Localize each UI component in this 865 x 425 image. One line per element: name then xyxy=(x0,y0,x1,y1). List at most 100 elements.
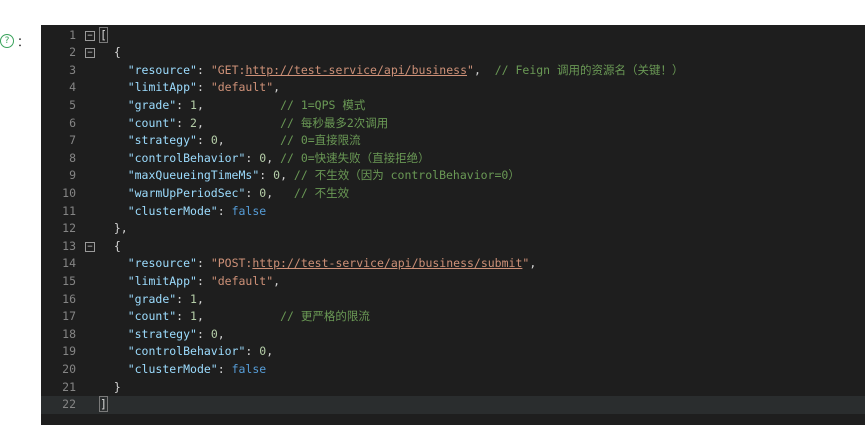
code-token: : xyxy=(196,62,211,77)
code-text: "strategy": 0, xyxy=(100,326,225,344)
code-token: "strategy" xyxy=(127,326,197,341)
code-text: ] xyxy=(99,396,108,414)
code-text: "strategy": 0, // 0=直接限流 xyxy=(100,132,361,150)
line-number: 19 xyxy=(62,344,76,359)
line-number: 9 xyxy=(69,168,76,183)
code-line[interactable]: 7 "strategy": 0, // 0=直接限流 xyxy=(41,132,865,150)
code-token: // 不生效 xyxy=(293,185,350,200)
code-line[interactable]: 11 "clusterMode": false xyxy=(41,203,865,221)
code-line[interactable]: 10 "warmUpPeriodSec": 0, // 不生效 xyxy=(41,185,865,203)
code-token: "controlBehavior" xyxy=(127,150,246,165)
code-line[interactable]: 6 "count": 2, // 每秒最多2次调用 xyxy=(41,115,865,133)
code-token: "POST: xyxy=(210,256,253,271)
code-token: : xyxy=(176,115,191,130)
code-line[interactable]: 18 "strategy": 0, xyxy=(41,326,865,344)
code-line[interactable]: 20 "clusterMode": false xyxy=(41,361,865,379)
code-text: "count": 2, // 每秒最多2次调用 xyxy=(100,115,389,133)
code-text: "count": 1, // 更严格的限流 xyxy=(100,308,370,326)
code-line[interactable]: 5 "grade": 1, // 1=QPS 模式 xyxy=(41,97,865,115)
code-line[interactable]: 14 "resource": "POST:http://test-service… xyxy=(41,255,865,273)
line-number: 3 xyxy=(69,62,76,77)
code-line[interactable]: 13− { xyxy=(41,238,865,256)
fold-toggle-icon[interactable]: − xyxy=(85,30,95,41)
code-token: // 0=快速失败（直接拒绝） xyxy=(280,150,430,165)
code-text: { xyxy=(100,238,121,256)
code-token: : xyxy=(196,326,211,341)
code-token: false xyxy=(231,361,267,376)
code-line[interactable]: 21 } xyxy=(41,379,865,397)
code-text: "grade": 1, xyxy=(100,291,204,309)
code-token: 0 xyxy=(210,133,218,148)
fold-toggle-icon[interactable]: − xyxy=(85,48,95,59)
code-text: { xyxy=(100,44,121,62)
code-line[interactable]: 3 "resource": "GET:http://test-service/a… xyxy=(41,62,865,80)
code-token: // 1=QPS 模式 xyxy=(280,97,366,112)
code-token: : xyxy=(245,344,260,359)
code-line[interactable]: 22] xyxy=(41,396,865,414)
code-token: 1 xyxy=(190,309,197,324)
code-token: "default" xyxy=(210,80,274,95)
code-token: "warmUpPeriodSec" xyxy=(127,185,246,200)
code-line[interactable]: 17 "count": 1, // 更严格的限流 xyxy=(41,308,865,326)
code-token: "count" xyxy=(127,309,177,324)
code-token: , xyxy=(266,344,274,359)
code-line[interactable]: 1−[ xyxy=(41,26,865,45)
code-token: : xyxy=(196,256,211,271)
json-code-editor[interactable]: 1−[2− {3 "resource": "GET:http://test-se… xyxy=(41,25,865,425)
code-token: , xyxy=(280,168,294,183)
line-number: 8 xyxy=(69,150,76,165)
code-token: "controlBehavior" xyxy=(127,344,246,359)
fold-toggle-icon[interactable]: − xyxy=(85,241,95,252)
line-number: 1 xyxy=(69,27,76,42)
code-text: "grade": 1, // 1=QPS 模式 xyxy=(100,97,366,115)
code-token: : xyxy=(176,97,191,112)
line-number: 16 xyxy=(62,291,76,306)
code-line[interactable]: 12 }, xyxy=(41,220,865,238)
code-token: { xyxy=(100,238,121,253)
code-line[interactable]: 9 "maxQueueingTimeMs": 0, // 不生效（因为 cont… xyxy=(41,167,865,185)
code-line[interactable]: 4 "limitApp": "default", xyxy=(41,79,865,97)
line-number: 15 xyxy=(62,273,76,288)
code-token: , xyxy=(196,291,204,306)
code-token: } xyxy=(100,379,121,394)
code-token: "GET: xyxy=(210,62,246,77)
code-token: " xyxy=(467,62,474,77)
code-token: : xyxy=(259,168,274,183)
help-icon[interactable]: ? xyxy=(0,34,14,48)
code-token: : xyxy=(217,361,232,376)
code-line[interactable]: 15 "limitApp": "default", xyxy=(41,273,865,291)
line-number: 4 xyxy=(69,80,76,95)
code-token: , xyxy=(217,133,281,148)
code-token: : xyxy=(176,291,191,306)
code-token: "clusterMode" xyxy=(127,361,218,376)
line-number: 6 xyxy=(69,115,76,130)
code-token: , xyxy=(266,150,281,165)
code-line[interactable]: 8 "controlBehavior": 0, // 0=快速失败（直接拒绝） xyxy=(41,150,865,168)
code-text: [ xyxy=(99,26,108,45)
code-token: , xyxy=(273,80,281,95)
code-token: "resource" xyxy=(127,256,197,271)
line-number: 22 xyxy=(62,397,76,412)
code-line[interactable]: 2− { xyxy=(41,44,865,62)
field-label: ? ： xyxy=(0,33,29,49)
code-line[interactable]: 19 "controlBehavior": 0, xyxy=(41,343,865,361)
code-token: "strategy" xyxy=(127,133,197,148)
line-number: 10 xyxy=(62,185,76,200)
code-text: "clusterMode": false xyxy=(100,203,267,221)
code-token: // 0=直接限流 xyxy=(280,133,361,148)
line-number: 17 xyxy=(62,309,76,324)
code-line[interactable]: 16 "grade": 1, xyxy=(41,291,865,309)
